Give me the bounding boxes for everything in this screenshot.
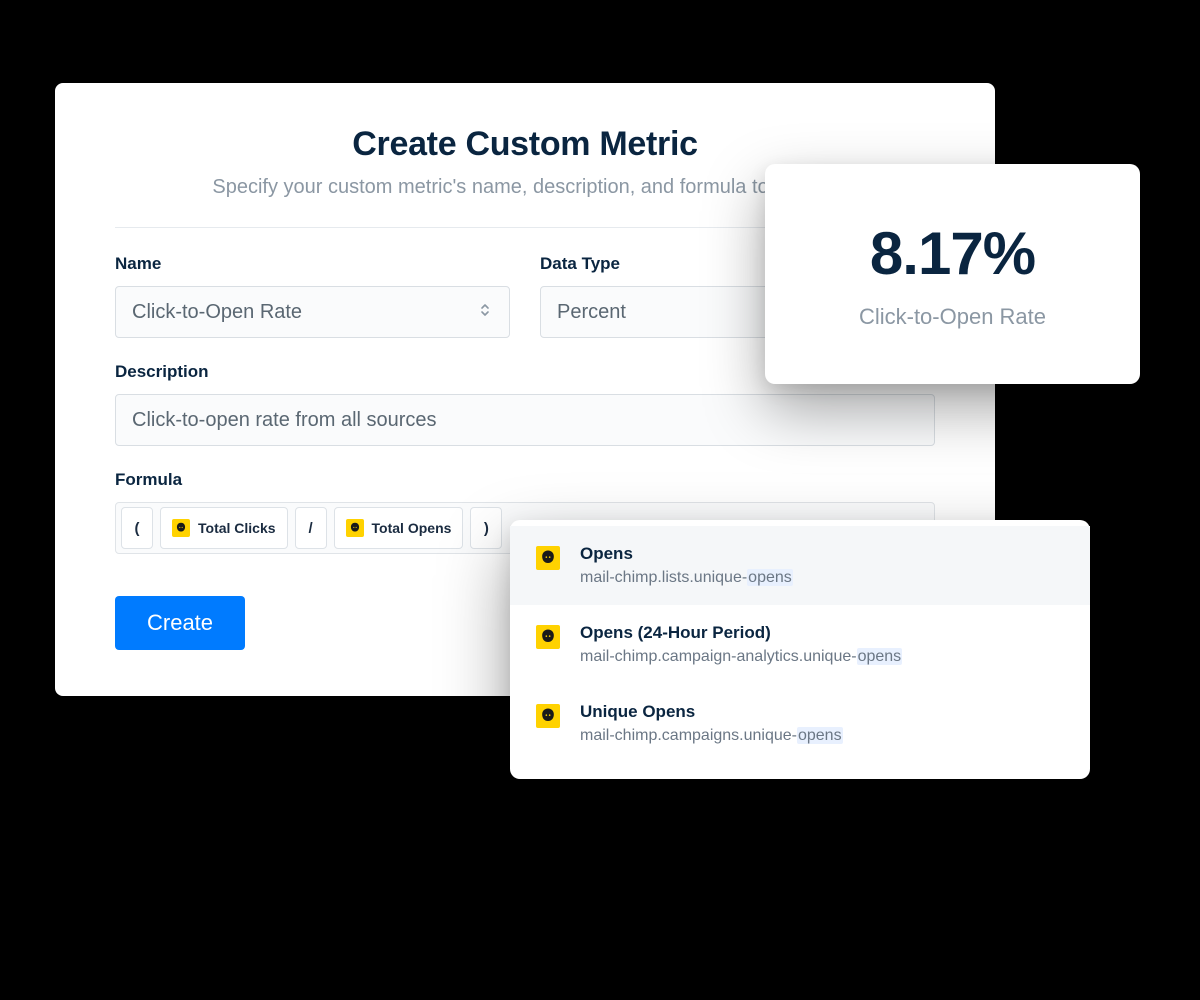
suggestions-dropdown: Opens mail-chimp.lists.unique-opens Open… xyxy=(510,520,1090,779)
field-name: Name Click-to-Open Rate xyxy=(115,254,510,338)
suggestion-title: Opens xyxy=(580,544,1064,564)
formula-chip-open-paren[interactable]: ( xyxy=(121,507,153,549)
formula-chip-close-paren[interactable]: ) xyxy=(470,507,502,549)
suggestion-item[interactable]: Opens mail-chimp.lists.unique-opens xyxy=(510,526,1090,605)
create-button[interactable]: Create xyxy=(115,596,245,650)
name-input-value: Click-to-Open Rate xyxy=(132,301,302,324)
stat-value: 8.17% xyxy=(870,219,1035,288)
suggestion-subtitle: mail-chimp.lists.unique-opens xyxy=(580,569,1064,587)
datatype-input-value: Percent xyxy=(557,301,626,324)
suggestion-title: Opens (24-Hour Period) xyxy=(580,623,1064,643)
formula-chip-divide[interactable]: / xyxy=(295,507,327,549)
suggestion-subtitle: mail-chimp.campaigns.unique-opens xyxy=(580,727,1064,745)
stepper-icon xyxy=(477,301,493,324)
mailchimp-icon xyxy=(172,519,190,537)
description-input-value: Click-to-open rate from all sources xyxy=(132,409,437,432)
description-input[interactable]: Click-to-open rate from all sources xyxy=(115,394,935,446)
page-title: Create Custom Metric xyxy=(115,125,935,164)
formula-chip-total-clicks[interactable]: Total Clicks xyxy=(160,507,288,549)
suggestion-title: Unique Opens xyxy=(580,702,1064,722)
mailchimp-icon xyxy=(536,625,560,649)
name-label: Name xyxy=(115,254,510,274)
stat-label: Click-to-Open Rate xyxy=(859,304,1046,330)
formula-chip-total-opens[interactable]: Total Opens xyxy=(334,507,464,549)
formula-label: Formula xyxy=(115,470,935,490)
name-input[interactable]: Click-to-Open Rate xyxy=(115,286,510,338)
mailchimp-icon xyxy=(346,519,364,537)
mailchimp-icon xyxy=(536,546,560,570)
stat-card: 8.17% Click-to-Open Rate xyxy=(765,164,1140,384)
suggestion-subtitle: mail-chimp.campaign-analytics.unique-ope… xyxy=(580,648,1064,666)
mailchimp-icon xyxy=(536,704,560,728)
suggestion-item[interactable]: Unique Opens mail-chimp.campaigns.unique… xyxy=(510,684,1090,763)
suggestion-item[interactable]: Opens (24-Hour Period) mail-chimp.campai… xyxy=(510,605,1090,684)
